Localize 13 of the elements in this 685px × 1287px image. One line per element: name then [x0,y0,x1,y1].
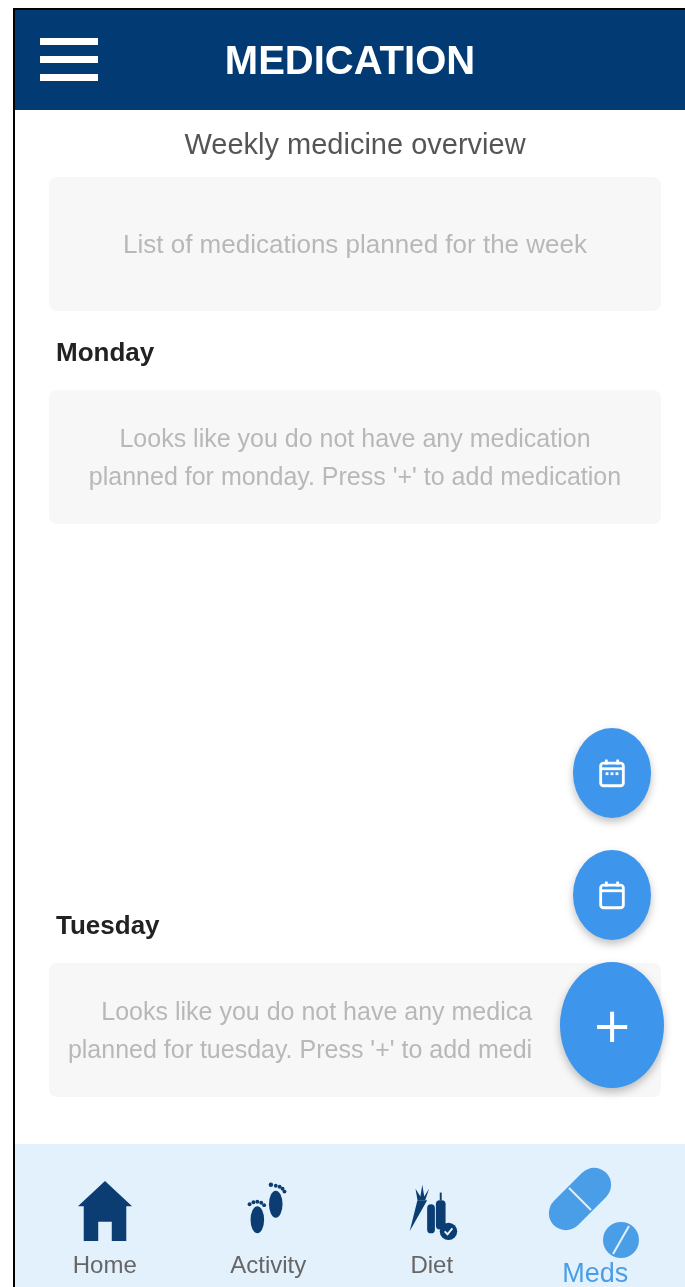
nav-tab[interactable]: Activity [193,1179,344,1287]
nav-tab[interactable]: Home [29,1179,180,1287]
empty-message: Looks like you do not have any medication planned for monday. Press '+' to add medication [88,423,622,492]
nav-tab[interactable]: Diet [356,1179,507,1287]
calendar-week-button[interactable] [573,728,651,818]
section-subtitle: Weekly medicine overview [183,128,527,161]
day-label: Monday [56,337,156,368]
menu-icon[interactable] [40,38,98,82]
calendar-day-button[interactable] [573,850,651,940]
page-title: MEDICATION [224,37,476,83]
empty-message: Looks like you do not have any medica planned for tuesday. Press '+' to add medi [67,996,533,1065]
day-label: Tuesday [56,910,161,941]
overview-message: List of medications planned for the week [123,228,587,261]
